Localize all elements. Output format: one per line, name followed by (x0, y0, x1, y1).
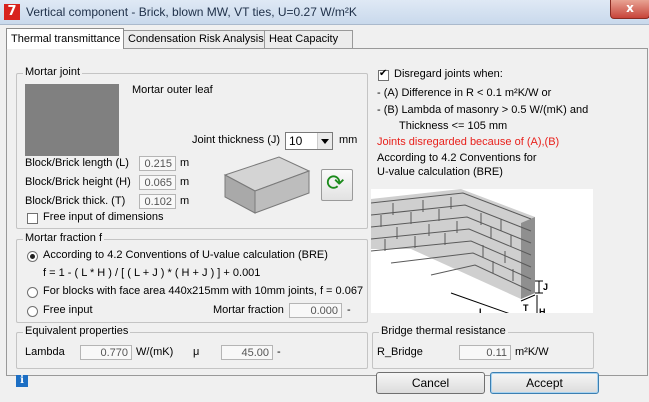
mu-label: μ (193, 346, 200, 358)
brick-thick-label: Block/Brick thick. (T) (25, 195, 126, 207)
app-icon: 7 (4, 4, 20, 20)
mu-unit: - (277, 346, 281, 358)
bridge-resistance-group: Bridge thermal resistance R_Bridge 0.11 … (372, 325, 594, 369)
mortar-material-label: Mortar outer leaf (132, 84, 213, 96)
dimension-label-l: L (479, 307, 485, 313)
dialog-window: 7 Vertical component - Brick, blown MW, … (0, 0, 649, 402)
tab-heat-capacity[interactable]: Heat Capacity (264, 30, 353, 49)
dimension-label-j: J (543, 282, 548, 292)
joints-disregarded-status: Joints disregarded because of (A),(B) (377, 136, 560, 148)
fraction-option-free-label: Free input (43, 304, 93, 316)
r-bridge-unit: m²K/W (515, 346, 549, 358)
close-button[interactable]: x (610, 0, 649, 19)
joint-thickness-value: 10 (289, 134, 303, 148)
brick-wall-diagram: J H L T (371, 189, 593, 313)
fraction-option-face-area-label: For blocks with face area 440x215mm with… (43, 285, 364, 297)
convention-note-line2: U-value calculation (BRE) (377, 166, 503, 178)
title-bar: 7 Vertical component - Brick, blown MW, … (0, 0, 649, 25)
bridge-resistance-title: Bridge thermal resistance (379, 325, 508, 337)
fraction-option-bre-radio[interactable] (27, 251, 38, 262)
mortar-joint-title: Mortar joint (23, 66, 83, 78)
brick-length-label: Block/Brick length (L) (25, 157, 129, 169)
mortar-fraction-field[interactable]: 0.000 (289, 303, 342, 318)
mortar-fraction-label: Mortar fraction (213, 304, 284, 316)
tab-thermal-transmittance[interactable]: Thermal transmittance (6, 28, 124, 49)
lambda-field[interactable]: 0.770 (80, 345, 132, 360)
brick-length-unit: m (180, 157, 190, 169)
fraction-option-free-radio[interactable] (27, 306, 38, 317)
convention-note-line1: According to 4.2 Conventions for (377, 152, 537, 164)
mu-field[interactable]: 45.00 (221, 345, 273, 360)
brick-thick-field[interactable]: 0.102 (139, 194, 176, 209)
r-bridge-field[interactable]: 0.11 (459, 345, 511, 360)
rotate-brick-button[interactable]: ⟳ (321, 169, 353, 201)
mortar-fraction-group: Mortar fraction f According to 4.2 Conve… (16, 232, 368, 323)
equivalent-properties-title: Equivalent properties (23, 325, 131, 337)
free-input-checkbox[interactable] (27, 213, 38, 224)
equivalent-properties-group: Equivalent properties Lambda 0.770 W/(mK… (16, 325, 368, 369)
r-bridge-label: R_Bridge (377, 346, 423, 358)
fraction-option-bre-label: According to 4.2 Conventions of U-value … (43, 249, 328, 261)
info-icon[interactable]: i (16, 375, 28, 387)
disregard-joints-checkbox[interactable] (378, 68, 389, 81)
brick-thick-unit: m (180, 195, 190, 207)
disregard-condition-a: - (A) Difference in R < 0.1 m²K/W or (377, 87, 552, 99)
free-input-label: Free input of dimensions (43, 211, 164, 223)
brick-height-unit: m (180, 176, 190, 188)
tab-condensation-risk[interactable]: Condensation Risk Analysis (123, 30, 266, 49)
lambda-unit: W/(mK) (136, 346, 174, 358)
disregard-condition-b: - (B) Lambda of masonry > 0.5 W/(mK) and (377, 104, 589, 116)
mortar-fraction-unit: - (347, 304, 351, 316)
disregard-condition-b-thickness: Thickness <= 105 mm (399, 120, 508, 132)
tab-panel: Mortar joint Mortar outer leaf Joint thi… (6, 48, 648, 376)
mortar-joint-group: Mortar joint Mortar outer leaf Joint thi… (16, 66, 368, 229)
mortar-color-swatch[interactable] (25, 84, 119, 156)
mortar-fraction-title: Mortar fraction f (23, 232, 105, 244)
joint-thickness-select[interactable]: 10 (285, 132, 333, 150)
window-title: Vertical component - Brick, blown MW, VT… (26, 5, 357, 19)
dimension-label-h: H (539, 307, 546, 313)
dimension-label-t: T (523, 303, 529, 313)
cancel-button[interactable]: Cancel (376, 372, 485, 394)
brick-height-label: Block/Brick height (H) (25, 176, 131, 188)
fraction-formula: f = 1 - ( L * H ) / [ ( L + J ) * ( H + … (43, 267, 261, 279)
fraction-option-face-area-radio[interactable] (27, 287, 38, 298)
chevron-down-icon[interactable] (317, 133, 332, 149)
rotate-arrows-icon: ⟳ (326, 171, 345, 196)
joint-thickness-label: Joint thickness (J) (192, 134, 281, 146)
disregard-joints-label: Disregard joints when: (394, 68, 503, 80)
brick-length-field[interactable]: 0.215 (139, 156, 176, 171)
lambda-label: Lambda (25, 346, 65, 358)
brick-illustration (223, 156, 311, 214)
brick-height-field[interactable]: 0.065 (139, 175, 176, 190)
accept-button[interactable]: Accept (490, 372, 599, 394)
joint-thickness-unit: mm (339, 134, 358, 146)
